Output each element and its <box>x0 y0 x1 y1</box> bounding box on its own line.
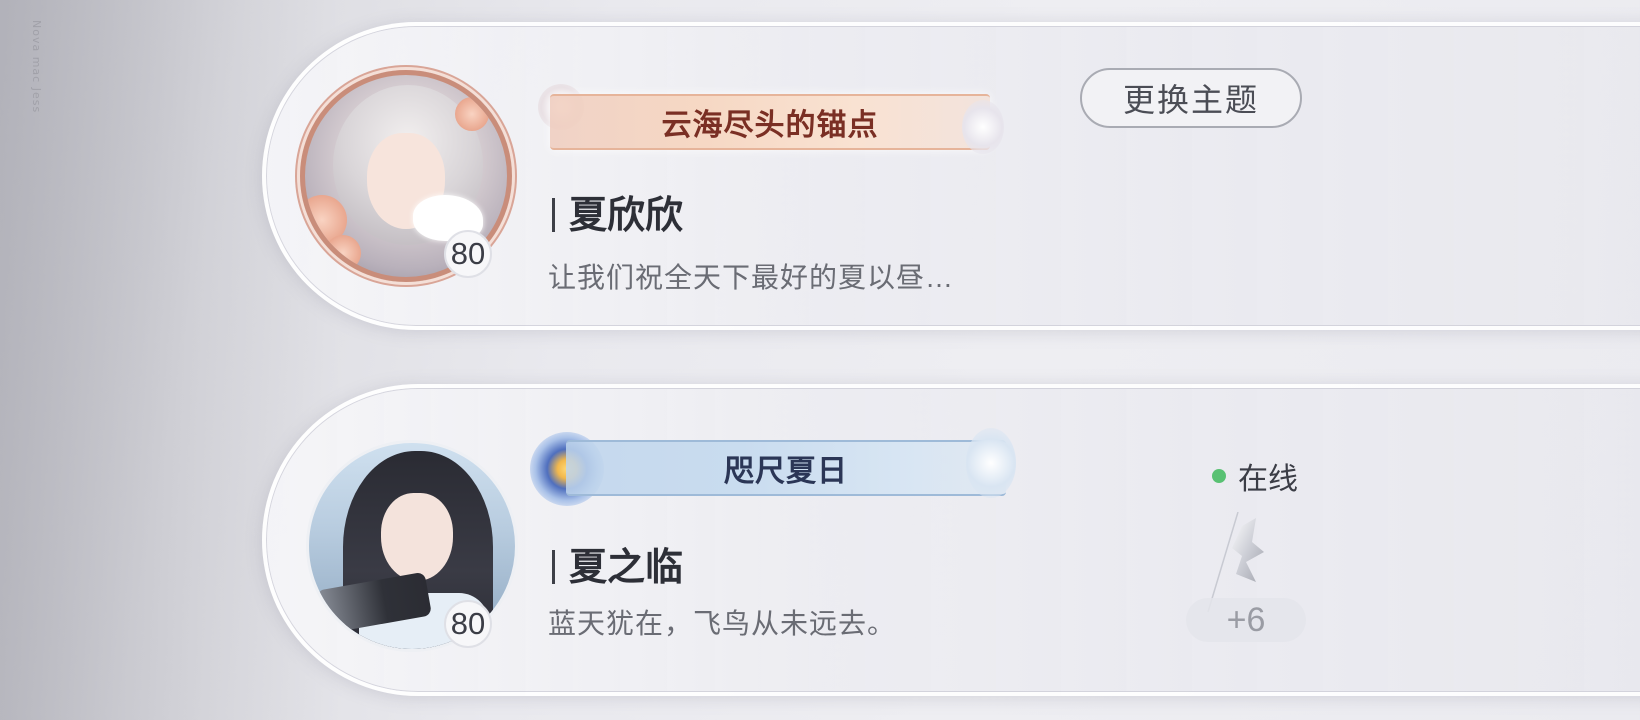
crystal-ornament-icon <box>966 428 1016 498</box>
watermark: Nova mac Jess <box>30 20 43 114</box>
change-theme-button[interactable]: 更换主题 <box>1080 68 1302 128</box>
online-status: 在线 <box>1212 454 1298 498</box>
flower-icon <box>455 97 489 131</box>
friend-name: 夏之临 <box>552 548 683 586</box>
online-dot-icon <box>1212 469 1226 483</box>
title-banner: 云海尽头的锚点 <box>550 94 990 150</box>
friend-card-2[interactable]: 80 咫尺夏日 夏之临 蓝天犹在，飞鸟从未远去。 在线 +6 <box>262 384 1640 696</box>
friend-signature: 蓝天犹在，飞鸟从未远去。 <box>548 608 897 639</box>
status-label: 在线 <box>1238 463 1298 496</box>
friend-name: 夏欣欣 <box>552 196 683 234</box>
friend-card-1[interactable]: 80 云海尽头的锚点 夏欣欣 让我们祝全天下最好的夏以昼… 更换主题 <box>262 22 1640 330</box>
crystal-ornament-icon <box>962 100 1004 154</box>
friend-signature: 让我们祝全天下最好的夏以昼… <box>548 262 955 293</box>
level-badge: 80 <box>444 230 492 278</box>
more-badges-button[interactable]: +6 <box>1186 598 1306 642</box>
level-badge: 80 <box>444 600 492 648</box>
avatar-face <box>381 493 453 581</box>
title-banner: 咫尺夏日 <box>566 440 1006 496</box>
flower-icon <box>325 235 361 271</box>
